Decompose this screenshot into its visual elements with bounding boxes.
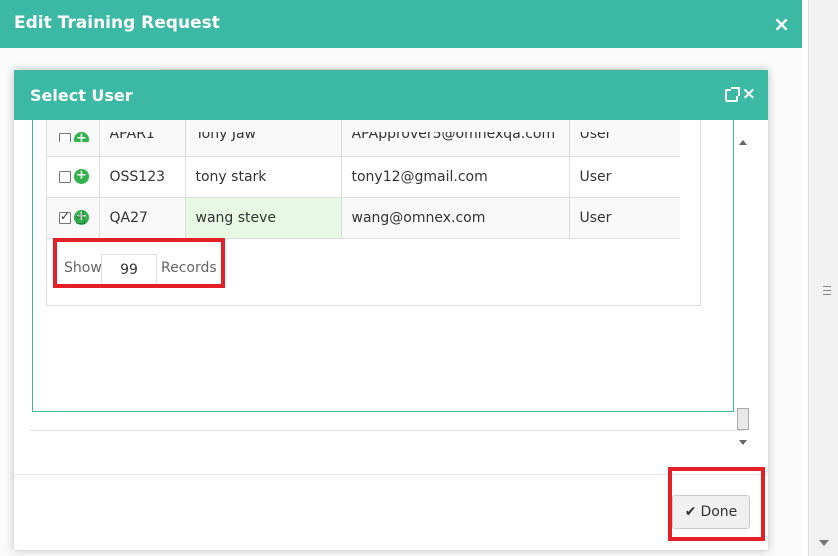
popout-icon[interactable] bbox=[725, 87, 740, 102]
annotation-highlight-box bbox=[53, 238, 225, 288]
user-email-cell: wang@omnex.com bbox=[341, 197, 570, 239]
user-name-cell: tony stark bbox=[185, 156, 342, 198]
user-role-cell: User bbox=[569, 156, 680, 198]
annotation-highlight-box bbox=[668, 467, 765, 541]
row-select-cell[interactable]: + ☝ bbox=[47, 197, 100, 239]
row-checkbox[interactable] bbox=[59, 170, 71, 183]
inner-modal-body[interactable]: + APAR1 Tony Jaw APApprover5@omnexqa.com… bbox=[14, 120, 768, 474]
outer-modal-header: Edit Training Request × bbox=[0, 0, 802, 48]
user-id-cell: QA27 bbox=[99, 197, 186, 239]
add-circle-icon[interactable]: + bbox=[74, 169, 89, 184]
user-role-cell: User bbox=[569, 197, 680, 239]
user-role-cell: User bbox=[569, 120, 680, 157]
user-id-cell: APAR1 bbox=[99, 120, 186, 157]
hand-cursor-icon: ☝ bbox=[75, 207, 86, 229]
scroll-down-arrow-icon[interactable] bbox=[819, 540, 829, 546]
row-select-cell[interactable]: + bbox=[47, 120, 100, 157]
page-scrollbar[interactable] bbox=[808, 0, 838, 556]
paging-row: Show Records bbox=[47, 236, 702, 306]
inner-modal-header: Select User × bbox=[14, 70, 768, 120]
divider bbox=[30, 430, 744, 431]
inner-modal-title: Select User bbox=[30, 86, 133, 105]
background-table-header bbox=[160, 48, 640, 70]
user-id-cell: OSS123 bbox=[99, 156, 186, 198]
inner-close-icon[interactable]: × bbox=[742, 84, 756, 104]
select-user-modal: Select User × + APAR1 Tony Jaw APApprove… bbox=[14, 70, 768, 550]
scroll-up-arrow-icon[interactable] bbox=[739, 140, 747, 145]
add-circle-icon[interactable]: + bbox=[74, 131, 89, 142]
user-email-cell: tony12@gmail.com bbox=[341, 156, 570, 198]
row-checkbox[interactable] bbox=[59, 133, 71, 142]
scrollbar-thumb[interactable] bbox=[737, 408, 749, 430]
outer-modal-title: Edit Training Request bbox=[14, 13, 220, 33]
table-row[interactable]: + APAR1 Tony Jaw APApprover5@omnexqa.com… bbox=[47, 120, 680, 157]
table-row[interactable]: + ☝ QA27 wang steve wang@omnex.com User bbox=[47, 197, 680, 239]
inner-modal-footer: ✔ Done bbox=[14, 467, 768, 550]
outer-close-icon[interactable]: × bbox=[773, 12, 790, 36]
inner-scrollbar[interactable] bbox=[736, 134, 750, 452]
row-select-cell[interactable]: + bbox=[47, 156, 100, 198]
row-checkbox[interactable] bbox=[59, 209, 71, 224]
user-name-cell: wang steve bbox=[185, 197, 342, 239]
user-name-cell: Tony Jaw bbox=[185, 120, 342, 157]
user-table: + APAR1 Tony Jaw APApprover5@omnexqa.com… bbox=[46, 120, 701, 306]
scrollbar-grip-icon[interactable] bbox=[823, 286, 831, 295]
scroll-down-arrow-icon[interactable] bbox=[739, 440, 747, 445]
table-row[interactable]: + OSS123 tony stark tony12@gmail.com Use… bbox=[47, 156, 680, 198]
user-email-cell: APApprover5@omnexqa.com bbox=[341, 120, 570, 157]
